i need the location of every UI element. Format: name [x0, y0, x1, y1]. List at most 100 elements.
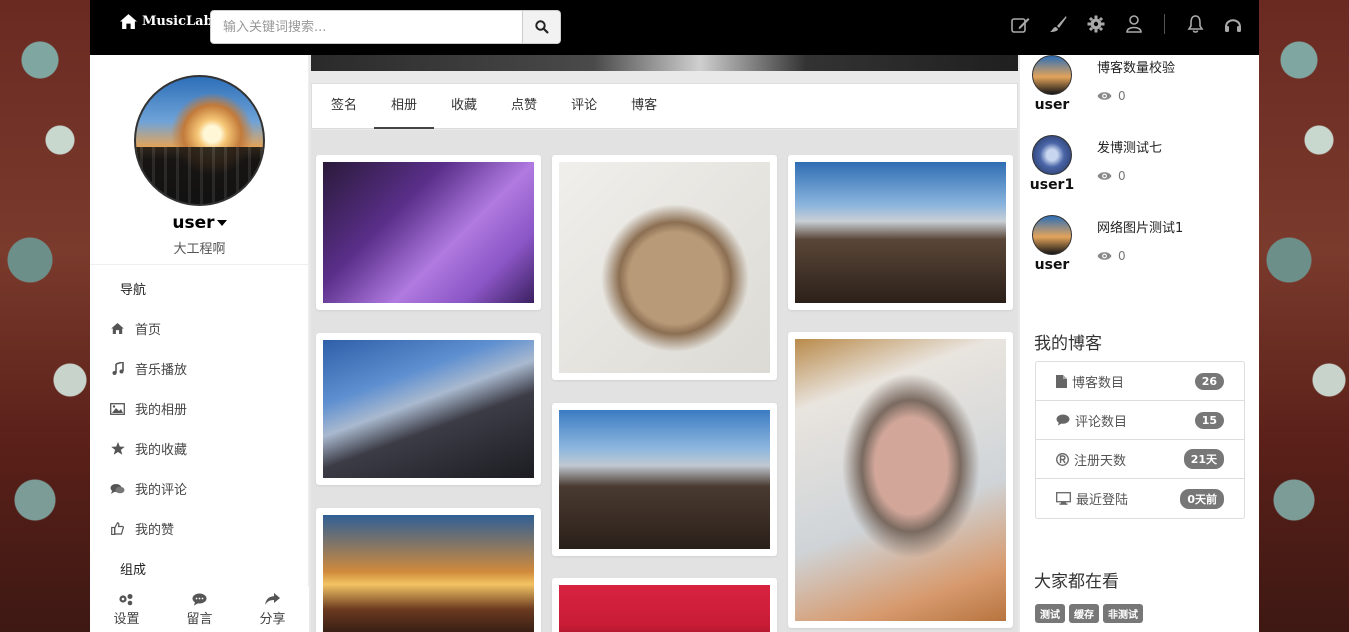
user-icon[interactable]	[1124, 14, 1144, 34]
tab-favorites[interactable]: 收藏	[434, 84, 494, 128]
tab-blogs[interactable]: 博客	[614, 84, 674, 128]
search-input[interactable]	[211, 11, 522, 43]
nav-item-label: 音乐播放	[135, 363, 188, 378]
stat-label: 评论数目	[1075, 414, 1128, 430]
eye-icon	[1097, 252, 1112, 260]
music-icon	[110, 362, 125, 376]
search-icon	[534, 20, 549, 34]
photo-image	[559, 410, 770, 549]
search-box	[210, 10, 561, 44]
brand-link[interactable]: MusicLab	[120, 14, 213, 29]
divider	[90, 264, 309, 265]
profile-subtitle: 大工程啊	[173, 242, 226, 257]
gear-icon[interactable]	[1086, 14, 1106, 34]
author-name[interactable]: user1	[1026, 177, 1078, 193]
nav-group-title: 组成	[120, 563, 147, 578]
photo-image	[559, 585, 770, 632]
author-avatar[interactable]	[1032, 215, 1072, 255]
author-avatar[interactable]	[1032, 135, 1072, 175]
profile-name: user	[172, 213, 215, 233]
registered-icon	[1056, 452, 1069, 466]
stat-row-blog-count[interactable]: 博客数目 26	[1036, 362, 1244, 401]
comments-icon	[110, 482, 125, 496]
left-sidebar: user 大工程啊 导航 首页 音乐播放 我的相册 我的收藏 我的评论 我的赞 …	[90, 55, 309, 632]
nav-item-comments[interactable]: 我的评论	[110, 479, 187, 498]
photo-image	[795, 162, 1006, 303]
brand-name: MusicLab	[142, 14, 213, 29]
tab-comments[interactable]: 评论	[554, 84, 614, 128]
nav-item-home[interactable]: 首页	[110, 319, 161, 338]
stat-badge: 15	[1194, 411, 1224, 429]
comment-icon	[1056, 414, 1070, 426]
gallery-photo[interactable]	[552, 403, 777, 556]
photo-image	[323, 340, 534, 478]
view-count: 0	[1097, 249, 1126, 263]
gallery-photo[interactable]	[552, 155, 777, 380]
nav-item-label: 我的收藏	[135, 443, 188, 458]
post-title[interactable]: 发博测试七	[1097, 137, 1162, 156]
author-name[interactable]: user	[1026, 257, 1078, 273]
tool-label: 留言	[186, 611, 213, 627]
photo-image	[323, 515, 534, 632]
tab-album[interactable]: 相册	[374, 84, 435, 129]
bell-icon[interactable]	[1185, 14, 1205, 34]
top-navbar: MusicLab	[90, 0, 1259, 55]
nav-title: 导航	[120, 283, 147, 298]
tab-signature[interactable]: 签名	[314, 84, 374, 128]
post-title[interactable]: 博客数量校验	[1097, 57, 1175, 76]
stat-row-register-days[interactable]: 注册天数 21天	[1036, 440, 1244, 479]
tag[interactable]: 缓存	[1069, 604, 1099, 623]
gallery-photo[interactable]	[316, 508, 541, 632]
tag[interactable]: 非测试	[1103, 604, 1143, 623]
stat-label: 博客数目	[1072, 375, 1125, 391]
recent-post[interactable]: user1 发博测试七 0	[1030, 135, 1252, 205]
caret-down-icon	[216, 220, 227, 226]
star-icon	[110, 442, 125, 456]
gallery-photo[interactable]	[788, 155, 1013, 310]
gallery-photo[interactable]	[316, 333, 541, 485]
stat-row-comment-count[interactable]: 评论数目 15	[1036, 401, 1244, 440]
gallery-photo[interactable]	[788, 332, 1013, 628]
author-avatar[interactable]	[1032, 55, 1072, 95]
stat-row-last-login[interactable]: 最近登陆 0天前	[1036, 479, 1244, 518]
photo-gallery	[311, 130, 1018, 632]
nav-item-likes[interactable]: 我的赞	[110, 519, 174, 538]
right-sidebar: user 博客数量校验 0 user1 发博测试七 0 user 网络图片测试1…	[1020, 55, 1259, 632]
tool-label: 设置	[113, 611, 140, 627]
profile-tabs: 签名 相册 收藏 点赞 评论 博客	[311, 83, 1018, 129]
cogs-icon	[119, 593, 133, 605]
page-background-right	[1259, 0, 1349, 632]
profile-name-dropdown[interactable]: user	[90, 213, 309, 233]
nav-item-album[interactable]: 我的相册	[110, 399, 187, 418]
profile-avatar[interactable]	[134, 75, 265, 206]
trending-title: 大家都在看	[1034, 572, 1119, 592]
search-button[interactable]	[522, 11, 560, 43]
message-button[interactable]: 留言	[186, 593, 213, 627]
stat-badge: 21天	[1183, 449, 1224, 469]
stat-label: 最近登陆	[1076, 493, 1129, 508]
recent-post[interactable]: user 网络图片测试1 0	[1032, 215, 1252, 285]
gallery-photo[interactable]	[552, 578, 777, 632]
toolbar-divider	[1164, 14, 1165, 34]
share-button[interactable]: 分享	[259, 592, 286, 627]
gallery-photo[interactable]	[316, 155, 541, 310]
tab-likes[interactable]: 点赞	[494, 84, 554, 128]
view-count-value: 0	[1118, 89, 1126, 103]
settings-button[interactable]: 设置	[113, 593, 140, 627]
post-title[interactable]: 网络图片测试1	[1097, 217, 1183, 236]
brush-icon[interactable]	[1048, 14, 1068, 34]
eye-icon	[1097, 92, 1112, 100]
tag[interactable]: 测试	[1035, 604, 1065, 623]
view-count: 0	[1097, 169, 1126, 183]
author-name[interactable]: user	[1026, 97, 1078, 113]
nav-item-favorites[interactable]: 我的收藏	[110, 439, 187, 458]
nav-item-music[interactable]: 音乐播放	[110, 359, 187, 378]
photo-image	[559, 162, 770, 373]
nav-item-label: 我的相册	[135, 403, 188, 418]
recent-post[interactable]: user 博客数量校验 0	[1032, 55, 1252, 125]
stat-label: 注册天数	[1074, 453, 1127, 469]
top-actions	[1010, 14, 1243, 34]
headphones-icon[interactable]	[1223, 14, 1243, 34]
blog-stats-list: 博客数目 26 评论数目 15 注册天数 21天 最近登陆 0天前	[1035, 361, 1245, 519]
edit-icon[interactable]	[1010, 14, 1030, 34]
